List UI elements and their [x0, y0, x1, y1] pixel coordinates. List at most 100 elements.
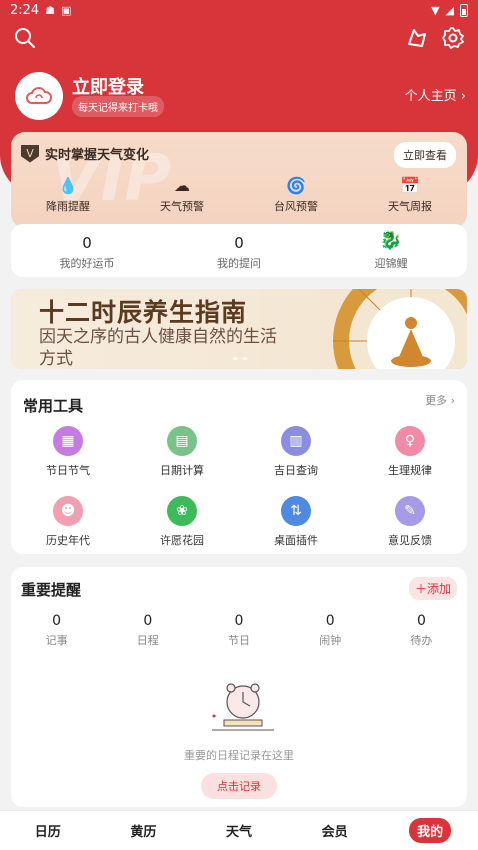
reminder-count: 0	[325, 613, 335, 629]
tab-label: 日历	[34, 825, 61, 840]
rain-drop-icon: 💧	[58, 176, 78, 195]
login-subtitle: 每天记得来打卡哦	[72, 96, 164, 117]
signal-icon: ◢	[445, 3, 454, 17]
stat-koi[interactable]: 🐉 迎锦鲤	[315, 224, 467, 277]
status-time: 2:24	[10, 2, 40, 18]
search-icon[interactable]	[13, 26, 37, 50]
tool-label: 节日节气	[46, 464, 90, 477]
homepage-link[interactable]: 个人主页 ›	[405, 85, 466, 104]
cloud-avatar-icon	[26, 87, 52, 104]
reminder-count: 0	[143, 613, 153, 629]
tab-weather[interactable]: 天气	[191, 811, 287, 850]
feature-label: 降雨提醒	[46, 200, 90, 213]
wifi-icon: ▼	[431, 3, 440, 17]
stat-label: 我的提问	[217, 257, 261, 270]
tools-title: 常用工具	[23, 397, 84, 415]
tool-date-calculation[interactable]: ▤ 日期计算	[125, 426, 239, 478]
feature-label: 天气预警	[160, 200, 204, 213]
tools-more-link[interactable]: 更多 ›	[425, 392, 455, 408]
tab-membership[interactable]: 会员	[287, 811, 383, 850]
tab-almanac[interactable]: 黄历	[96, 811, 192, 850]
tab-label: 我的	[409, 818, 452, 843]
history-figure-icon: ☻	[53, 496, 83, 526]
tools-card: 常用工具 更多 › ▦ 节日节气 ▤ 日期计算 ▥ 吉日查询 ♀ 生理规律 ☻ …	[11, 380, 467, 554]
zodiac-wheel-icon	[333, 289, 467, 369]
reminders-card: 重要提醒 ＋添加 0 记事 0 日程 0 节日 0 闹钟 0 待办 重要的日程记…	[11, 567, 467, 807]
vip-badge-icon: V	[21, 144, 39, 163]
vip-check-button[interactable]: 立即查看	[394, 142, 456, 168]
tool-label: 历史年代	[46, 534, 90, 547]
reminder-notes[interactable]: 0 记事	[11, 613, 102, 648]
calculator-icon: ▤	[167, 426, 197, 456]
tool-auspicious-day[interactable]: ▥ 吉日查询	[239, 426, 353, 478]
reminder-count: 0	[234, 613, 244, 629]
tool-historical-eras[interactable]: ☻ 历史年代	[11, 496, 125, 548]
reminder-count: 0	[416, 613, 426, 629]
tool-feedback[interactable]: ✎ 意见反馈	[353, 496, 467, 548]
reminder-label: 日程	[136, 634, 159, 647]
reminder-festival[interactable]: 0 节日	[193, 613, 284, 648]
health-guide-banner[interactable]: 十二时辰养生指南 因天之序的古人健康自然的生活方式	[11, 289, 467, 369]
auspicious-calendar-icon: ▥	[281, 426, 311, 456]
tab-label: 黄历	[130, 825, 157, 840]
reminder-count: 0	[52, 613, 62, 629]
tab-calendar[interactable]: 日历	[0, 811, 96, 850]
reminder-schedule[interactable]: 0 日程	[102, 613, 193, 648]
reminders-title: 重要提醒	[21, 581, 82, 599]
feature-label: 天气周报	[388, 200, 432, 213]
reminder-label: 待办	[410, 634, 433, 647]
stat-label: 迎锦鲤	[374, 257, 408, 270]
app-notification-icon: ▣	[61, 3, 72, 17]
empty-hint: 重要的日程记录在这里	[184, 749, 294, 762]
add-reminder-button[interactable]: ＋添加	[408, 577, 457, 600]
stat-label: 我的好运币	[59, 257, 115, 270]
tool-physiological-cycle[interactable]: ♀ 生理规律	[353, 426, 467, 478]
female-profile-icon: ♀	[395, 426, 425, 456]
carousel-dots	[233, 357, 247, 360]
calendar-icon: ▦	[53, 426, 83, 456]
skin-icon[interactable]	[405, 26, 429, 50]
tool-label: 日期计算	[160, 464, 204, 477]
status-bar: 2:24 ☗ ▣ ▼ ◢	[0, 0, 478, 20]
tab-label: 会员	[321, 825, 348, 840]
feature-weekly-report[interactable]: 📅 天气周报	[353, 176, 467, 214]
tool-label: 许愿花园	[160, 534, 204, 547]
avatar[interactable]	[15, 72, 63, 120]
tab-label: 天气	[225, 825, 252, 840]
reminder-todo[interactable]: 0 待办	[376, 613, 467, 648]
flower-icon: ❀	[167, 496, 197, 526]
tool-label: 吉日查询	[274, 464, 318, 477]
bottom-tabbar: 日历 黄历 天气 会员 我的	[0, 810, 478, 850]
alarm-clock-illustration-icon	[212, 683, 274, 731]
notification-icon: ☗	[45, 3, 56, 17]
banner-subtitle: 因天之序的古人健康自然的生活方式	[39, 327, 277, 369]
tab-mine[interactable]: 我的	[382, 811, 478, 850]
stat-value: 0	[234, 234, 244, 252]
feature-weather-warning[interactable]: ☁ 天气预警	[125, 176, 239, 214]
feature-rain-alert[interactable]: 💧 降雨提醒	[11, 176, 125, 214]
reminder-label: 节日	[228, 634, 250, 647]
vip-weather-card[interactable]: VIP V 实时掌握天气变化 立即查看 💧 降雨提醒 ☁ 天气预警 🌀 台风预警…	[11, 132, 467, 228]
brush-icon: ✎	[395, 496, 425, 526]
record-button[interactable]: 点击记录	[201, 773, 277, 799]
cloud-warning-icon: ☁	[174, 176, 190, 195]
reminder-alarm[interactable]: 0 闹钟	[285, 613, 376, 648]
feature-typhoon-warning[interactable]: 🌀 台风预警	[239, 176, 353, 214]
widget-icon: ⇅	[281, 496, 311, 526]
user-stats-card: 0 我的好运币 0 我的提问 🐉 迎锦鲤	[11, 224, 467, 277]
stat-my-questions[interactable]: 0 我的提问	[163, 224, 315, 277]
battery-icon	[460, 3, 468, 17]
tool-label: 意见反馈	[388, 534, 432, 547]
settings-icon[interactable]	[441, 26, 465, 50]
tool-wish-garden[interactable]: ❀ 许愿花园	[125, 496, 239, 548]
banner-title: 十二时辰养生指南	[39, 298, 248, 327]
stat-value: 0	[82, 234, 92, 252]
koi-icon: 🐉	[379, 230, 403, 251]
tool-festival-solar-terms[interactable]: ▦ 节日节气	[11, 426, 125, 478]
typhoon-icon: 🌀	[286, 176, 306, 195]
tool-label: 生理规律	[388, 464, 432, 477]
stat-lucky-coins[interactable]: 0 我的好运币	[11, 224, 163, 277]
tool-desktop-widget[interactable]: ⇅ 桌面插件	[239, 496, 353, 548]
vip-title: 实时掌握天气变化	[45, 148, 150, 163]
tool-label: 桌面插件	[274, 534, 318, 547]
